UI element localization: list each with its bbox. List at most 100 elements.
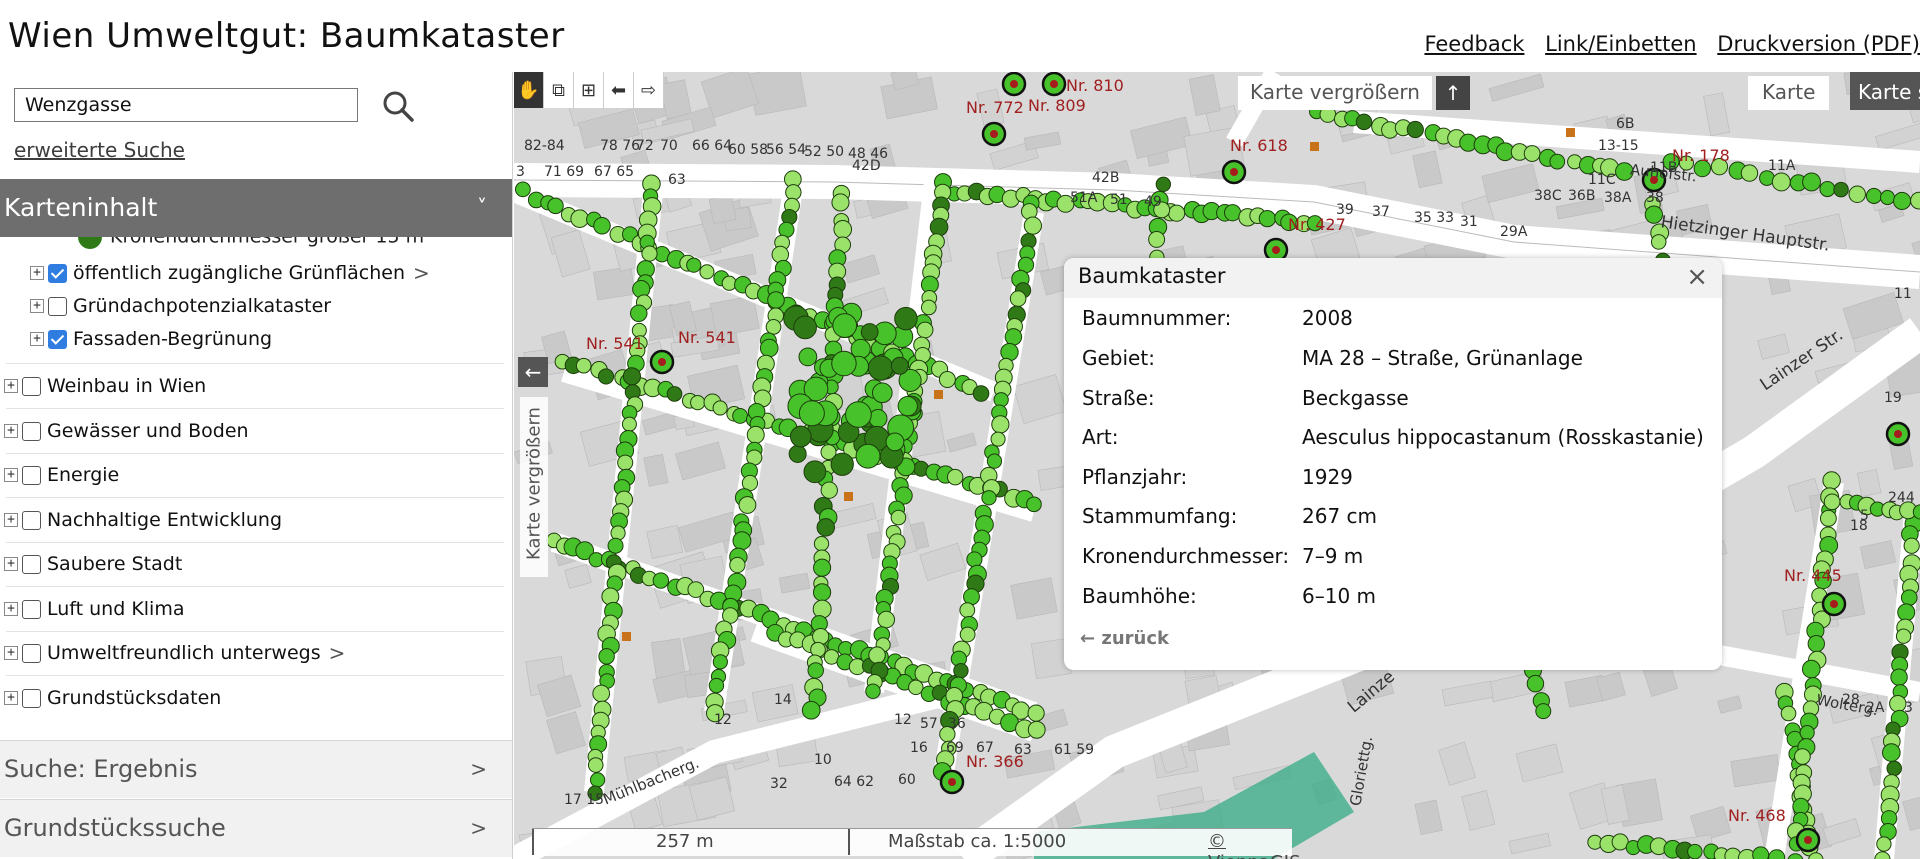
layer-tree: Kronendurchmesser größer 15 m + öffentli… [0, 237, 512, 809]
layer-checkbox[interactable] [22, 421, 41, 441]
divider [6, 586, 504, 587]
house-number-label: 32 [770, 776, 788, 792]
house-number-label: 3 [516, 164, 525, 180]
house-number-label: 16 [910, 740, 928, 756]
expand-icon[interactable]: + [4, 646, 18, 660]
tree-label: Nr. 810 [1066, 76, 1124, 95]
enlarge-map-button[interactable]: Karte vergrößern [1238, 76, 1432, 110]
expand-icon[interactable]: + [4, 513, 18, 527]
expand-icon[interactable]: + [30, 299, 44, 313]
map-type-button-active[interactable]: Karte s [1850, 72, 1920, 110]
layer-checkbox[interactable] [48, 296, 67, 316]
house-number-label: 3 [1904, 700, 1913, 716]
arrow-forward-icon[interactable]: ⇨ [634, 72, 664, 108]
map-type-button[interactable]: Karte [1748, 76, 1830, 110]
map-toolbar: ✋ ⧉ ⊞ ⬅ ⇨ [514, 72, 664, 108]
house-number-label: 61 59 [1054, 742, 1095, 758]
house-number-label: 37 [1372, 204, 1390, 220]
expand-icon[interactable]: + [30, 332, 44, 346]
house-number-label: 70 [660, 138, 678, 154]
layer-group-gewaesser[interactable]: + Gewässer und Boden [4, 415, 249, 447]
arrow-up-icon[interactable]: ↑ [1436, 76, 1470, 110]
accordion-grundstueckssuche[interactable]: Grundstückssuche > [0, 799, 512, 857]
layer-checkbox[interactable] [22, 643, 41, 663]
layer-label: Luft und Klima [47, 598, 185, 620]
expand-icon[interactable]: + [4, 379, 18, 393]
layer-label: öffentlich zugängliche Grünflächen [73, 262, 406, 284]
expand-icon[interactable]: + [30, 266, 44, 280]
copyright-link[interactable]: © ViennaGIS [1208, 831, 1301, 859]
house-number-label: 57 [920, 716, 938, 732]
layer-item-gruendach[interactable]: + Gründachpotenzialkataster [30, 290, 331, 322]
search-button[interactable] [378, 86, 418, 126]
house-number-label: 60 [898, 772, 916, 788]
tree-info-popup: Baumkataster × Baumnummer: 2008 Gebiet: MA… [1064, 258, 1722, 670]
house-number-label: 13-15 [1598, 138, 1639, 154]
scale-value: 257 m [656, 831, 714, 852]
search-input[interactable] [14, 88, 358, 122]
house-number-label: 49 [1144, 194, 1162, 210]
link-embed-link[interactable]: Link/Einbetten [1545, 32, 1696, 56]
house-number-label: 11A [1768, 158, 1796, 174]
layer-checkbox[interactable] [22, 688, 41, 708]
house-number-label: 244 [1888, 490, 1915, 506]
layer-group-saubere-stadt[interactable]: + Saubere Stadt [4, 548, 182, 580]
zoom-box-icon[interactable]: ⧉ [544, 72, 574, 108]
header-links: Feedback Link/Einbetten Druckversion (PD… [1410, 32, 1920, 56]
layer-checkbox[interactable] [22, 465, 41, 485]
house-number-label: 56 54 [766, 142, 807, 158]
tree-label: Nr. 618 [1230, 136, 1288, 155]
layer-label: Umweltfreundlich unterwegs [47, 642, 321, 664]
accordion-suche-ergebnis[interactable]: Suche: Ergebnis > [0, 740, 512, 798]
house-number-label: 6B [1616, 116, 1635, 132]
layer-item-fassaden[interactable]: + Fassaden-Begrünung [30, 323, 272, 355]
house-number-label: 38A [1604, 190, 1632, 206]
layer-group-weinbau[interactable]: + Weinbau in Wien [4, 370, 206, 402]
layer-checkbox[interactable] [22, 599, 41, 619]
accordion-title: Grundstückssuche [4, 814, 226, 842]
chevron-right-icon[interactable]: > [413, 261, 430, 285]
house-number-label: 18 [1850, 518, 1868, 534]
enlarge-map-side-button[interactable]: Karte vergrößern [520, 397, 548, 577]
popup-title: Baumkataster [1078, 264, 1226, 288]
expand-icon[interactable]: + [4, 424, 18, 438]
print-pdf-link[interactable]: Druckversion (PDF) [1717, 32, 1920, 56]
layer-checkbox[interactable] [22, 376, 41, 396]
advanced-search-link[interactable]: erweiterte Suche [14, 138, 185, 162]
divider [6, 675, 504, 676]
layer-checkbox[interactable] [22, 554, 41, 574]
feedback-link[interactable]: Feedback [1424, 32, 1524, 56]
expand-icon[interactable]: + [4, 691, 18, 705]
scale-bar: 257 m Maßstab ca. 1:5000 © ViennaGIS [532, 828, 1301, 859]
house-number-label: 72 [636, 138, 654, 154]
layer-checkbox[interactable] [48, 329, 67, 349]
house-number-label: 17 15 [564, 792, 605, 808]
layer-checkbox[interactable] [48, 263, 67, 283]
house-number-label: 64 62 [834, 774, 875, 790]
karteninhalt-panel-header[interactable]: Karteninhalt ˅ [0, 179, 512, 237]
layer-group-luft-klima[interactable]: + Luft und Klima [4, 593, 185, 625]
close-icon[interactable]: × [1686, 262, 1708, 292]
layer-label: Energie [47, 464, 120, 486]
layer-item-gruenflaechen[interactable]: + öffentlich zugängliche Grünflächen > [30, 257, 430, 289]
layer-checkbox[interactable] [22, 510, 41, 530]
tree-label: Nr. 468 [1728, 806, 1786, 825]
layer-group-energie[interactable]: + Energie [4, 459, 119, 491]
measure-icon[interactable]: ⊞ [574, 72, 604, 108]
scale-ratio: Maßstab ca. 1:5000 [888, 831, 1067, 852]
layer-group-grundstueck[interactable]: + Grundstücksdaten [4, 682, 221, 714]
tree-label: Nr. 445 [1784, 566, 1842, 585]
layer-group-umweltfreundlich[interactable]: + Umweltfreundlich unterwegs > [4, 637, 345, 669]
chevron-right-icon[interactable]: > [329, 641, 346, 665]
house-number-label: 10 [814, 752, 832, 768]
layer-group-nachhaltig[interactable]: + Nachhaltige Entwicklung [4, 504, 282, 536]
collapse-sidebar-arrow-icon[interactable]: ← [518, 357, 548, 387]
expand-icon[interactable]: + [4, 557, 18, 571]
house-number-label: 12 [894, 712, 912, 728]
back-button[interactable]: ← zurück [1080, 628, 1169, 649]
map-view[interactable]: 82-84 78 76 72 70 66 64 60 58 56 54 52 50 48 46 4… [514, 72, 1920, 859]
expand-icon[interactable]: + [4, 602, 18, 616]
expand-icon[interactable]: + [4, 468, 18, 482]
arrow-back-icon[interactable]: ⬅ [604, 72, 634, 108]
pan-hand-icon[interactable]: ✋ [514, 72, 544, 108]
